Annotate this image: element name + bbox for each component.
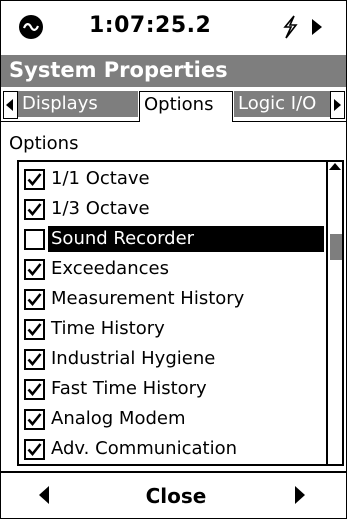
option-checkbox[interactable]	[24, 169, 45, 190]
checkmark-icon	[27, 413, 42, 427]
option-checkbox[interactable]	[24, 379, 45, 400]
option-label: Time History	[51, 318, 165, 339]
option-label: Analog Modem	[51, 408, 186, 429]
tab-scroll-left-button[interactable]	[3, 91, 18, 119]
window-title: System Properties	[9, 58, 228, 82]
option-item[interactable]: Measurement History	[19, 284, 326, 314]
scrollbar-thumb[interactable]	[330, 234, 342, 260]
nav-left-arrow-icon[interactable]	[38, 485, 50, 509]
option-label: Measurement History	[51, 288, 245, 309]
option-label: 1/3 Octave	[51, 198, 150, 219]
option-item[interactable]: Analog Modem	[19, 404, 326, 434]
option-item[interactable]: Time History	[19, 314, 326, 344]
option-item[interactable]: 1/3 Octave	[19, 194, 326, 224]
option-checkbox[interactable]	[24, 289, 45, 310]
status-bar: 1:07:25.2	[1, 1, 346, 55]
checkmark-icon	[27, 173, 42, 187]
play-icon[interactable]	[311, 18, 323, 40]
checkmark-icon	[27, 263, 42, 277]
option-checkbox[interactable]	[24, 199, 45, 220]
option-checkbox[interactable]	[24, 349, 45, 370]
checkmark-icon	[27, 293, 42, 307]
option-label: Sound Recorder	[48, 226, 324, 252]
option-item[interactable]: 1/1 Octave	[19, 164, 326, 194]
option-checkbox[interactable]	[24, 259, 45, 280]
tab-displays[interactable]: Displays	[18, 91, 138, 117]
checkmark-icon	[27, 443, 42, 457]
option-item[interactable]: Industrial Hygiene	[19, 344, 326, 374]
checkmark-icon	[27, 353, 42, 367]
option-checkbox[interactable]	[24, 409, 45, 430]
window-titlebar: System Properties	[1, 55, 346, 87]
brand-logo-icon	[19, 15, 43, 39]
nav-right-arrow-icon[interactable]	[294, 485, 306, 509]
options-list: 1/1 Octave 1/3 Octave Sound Recorder Exceed…	[17, 160, 344, 466]
clock-readout: 1:07:25.2	[89, 13, 212, 38]
option-label: Adv. Communication	[51, 438, 237, 459]
lightning-icon	[280, 15, 300, 43]
tab-strip: Displays Options Logic I/O	[1, 87, 346, 122]
option-checkbox[interactable]	[24, 229, 45, 250]
tab-logic-io[interactable]: Logic I/O	[234, 91, 330, 117]
option-item[interactable]: Adv. Communication	[19, 434, 326, 464]
option-label: Exceedances	[51, 258, 169, 279]
checkmark-icon	[27, 383, 42, 397]
tab-options[interactable]: Options	[139, 91, 233, 122]
option-item[interactable]: Exceedances	[19, 254, 326, 284]
option-label: Fast Time History	[51, 378, 207, 399]
tab-scroll-right-button[interactable]	[330, 91, 345, 119]
section-label: Options	[9, 133, 79, 154]
option-item[interactable]: Sound Recorder	[19, 224, 326, 254]
option-label: 1/1 Octave	[51, 168, 150, 189]
device-screen: 1:07:25.2 System Properties Displays Opt…	[0, 0, 347, 519]
option-item[interactable]: Fast Time History	[19, 374, 326, 404]
checkmark-icon	[27, 203, 42, 217]
close-button[interactable]: Close	[141, 481, 211, 511]
scrollbar[interactable]	[326, 162, 342, 464]
option-checkbox[interactable]	[24, 439, 45, 460]
checkmark-icon	[27, 323, 42, 337]
option-checkbox[interactable]	[24, 319, 45, 340]
scroll-up-arrow-icon[interactable]	[329, 163, 341, 171]
bottom-softkey-bar: Close	[1, 471, 346, 518]
option-label: Industrial Hygiene	[51, 348, 216, 369]
